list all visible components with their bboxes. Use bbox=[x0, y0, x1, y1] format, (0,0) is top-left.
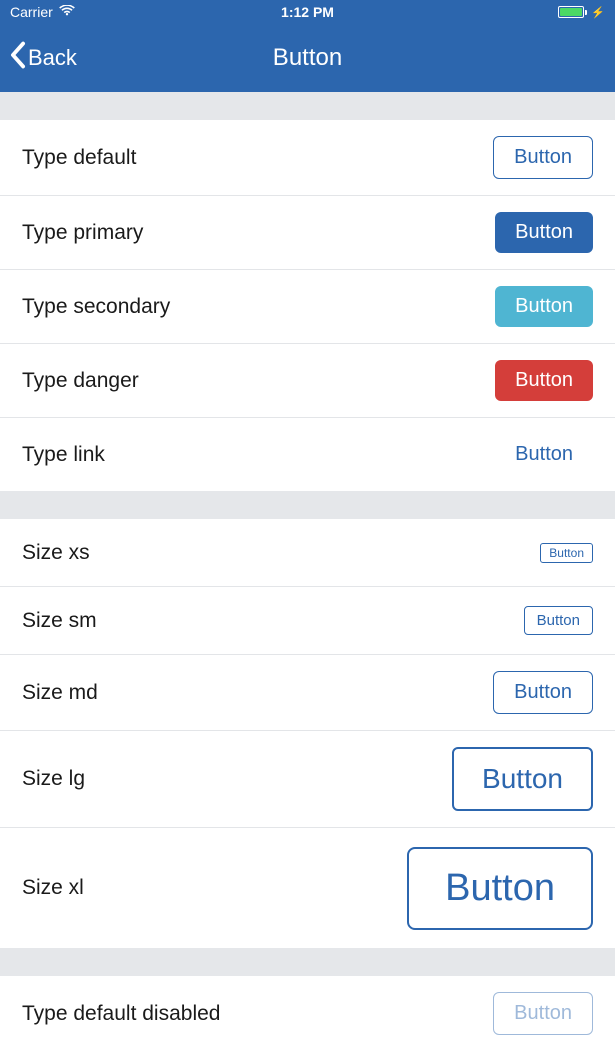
row-type-default: Type default Button bbox=[0, 120, 615, 196]
carrier-label: Carrier bbox=[10, 4, 53, 20]
page-title: Button bbox=[273, 44, 342, 72]
row-label: Type secondary bbox=[22, 295, 170, 319]
chevron-left-icon bbox=[10, 41, 26, 75]
button-size-md[interactable]: Button bbox=[493, 671, 593, 714]
row-label: Size xs bbox=[22, 541, 90, 565]
back-label: Back bbox=[28, 45, 77, 71]
button-size-sm[interactable]: Button bbox=[524, 606, 593, 635]
row-size-lg: Size lg Button bbox=[0, 731, 615, 828]
status-left: Carrier bbox=[10, 4, 75, 20]
row-type-primary: Type primary Button bbox=[0, 196, 615, 270]
nav-bar: Back Button bbox=[0, 24, 615, 92]
wifi-icon bbox=[59, 4, 75, 20]
row-label: Type primary bbox=[22, 221, 143, 245]
back-button[interactable]: Back bbox=[10, 41, 77, 75]
button-default[interactable]: Button bbox=[493, 136, 593, 179]
section-sizes: Size xs Button Size sm Button Size md Bu… bbox=[0, 519, 615, 948]
row-size-xl: Size xl Button bbox=[0, 828, 615, 948]
row-label: Type link bbox=[22, 443, 105, 467]
status-right: ⚡ bbox=[558, 6, 605, 19]
row-label: Size md bbox=[22, 681, 98, 705]
charging-icon: ⚡ bbox=[591, 6, 605, 19]
button-size-xl[interactable]: Button bbox=[407, 847, 593, 930]
row-label: Size sm bbox=[22, 609, 97, 633]
row-label: Size xl bbox=[22, 876, 84, 900]
row-size-md: Size md Button bbox=[0, 655, 615, 731]
status-time: 1:12 PM bbox=[281, 4, 334, 20]
row-type-secondary: Type secondary Button bbox=[0, 270, 615, 344]
button-danger[interactable]: Button bbox=[495, 360, 593, 401]
row-default-disabled: Type default disabled Button bbox=[0, 976, 615, 1051]
content: Type default Button Type primary Button … bbox=[0, 120, 615, 1051]
row-label: Type danger bbox=[22, 369, 139, 393]
row-label: Size lg bbox=[22, 767, 85, 791]
battery-icon: ⚡ bbox=[558, 6, 605, 19]
row-label: Type default disabled bbox=[22, 1002, 220, 1026]
section-types: Type default Button Type primary Button … bbox=[0, 120, 615, 491]
row-type-danger: Type danger Button bbox=[0, 344, 615, 418]
row-size-sm: Size sm Button bbox=[0, 587, 615, 655]
button-size-lg[interactable]: Button bbox=[452, 747, 593, 811]
button-secondary[interactable]: Button bbox=[495, 286, 593, 327]
row-size-xs: Size xs Button bbox=[0, 519, 615, 587]
section-disabled: Type default disabled Button bbox=[0, 976, 615, 1051]
button-link[interactable]: Button bbox=[495, 434, 593, 475]
button-primary[interactable]: Button bbox=[495, 212, 593, 253]
status-bar: Carrier 1:12 PM ⚡ bbox=[0, 0, 615, 24]
row-label: Type default bbox=[22, 146, 136, 170]
row-type-link: Type link Button bbox=[0, 418, 615, 491]
button-default-disabled: Button bbox=[493, 992, 593, 1035]
button-size-xs[interactable]: Button bbox=[540, 543, 593, 563]
